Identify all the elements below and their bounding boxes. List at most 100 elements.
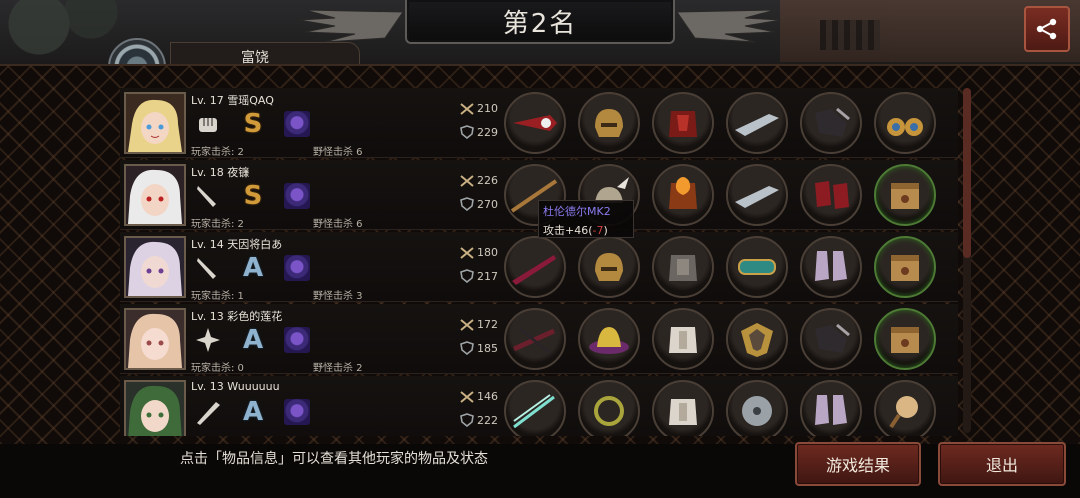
white-armor-item[interactable] (652, 308, 714, 370)
crossed-swords-icon (460, 390, 474, 403)
fist-icon (199, 118, 217, 132)
shield-icon (460, 269, 474, 283)
player-kills: 玩家击杀: 0 (191, 363, 244, 374)
player-list[interactable]: Lv. 17 雪瑶QAQ S 玩家击杀: 2 野怪击杀 6 210 229 Lv… (120, 88, 958, 436)
grade-badge: A (242, 253, 264, 283)
silver-gauntlet-item[interactable] (726, 92, 788, 154)
attack-stat: 146 (460, 390, 498, 403)
attack-value: 146 (477, 390, 498, 403)
defense-value: 229 (477, 125, 498, 139)
item-slots (504, 92, 936, 154)
hint-text: 点击「物品信息」可以查看其他玩家的物品及状态 (180, 451, 488, 467)
crest-icon (284, 111, 310, 137)
jade-bracer-item[interactable] (726, 236, 788, 298)
purple-boots-item[interactable] (800, 236, 862, 298)
shield-icon (460, 413, 474, 427)
red-sword-item[interactable] (504, 92, 566, 154)
player-name: Lv. 18 夜镰 (191, 166, 250, 179)
shuriken-icon (196, 328, 220, 352)
defense-value: 222 (477, 413, 498, 427)
purple-boots-item[interactable] (800, 380, 862, 436)
crossbow-item[interactable] (504, 308, 566, 370)
monster-kills: 野怪击杀 6 (313, 147, 363, 158)
laurel-item[interactable] (578, 380, 640, 436)
defense-stat: 217 (460, 269, 498, 283)
defense-stat: 270 (460, 197, 498, 211)
defense-stat: 222 (460, 413, 498, 427)
purple-hat-item[interactable] (578, 308, 640, 370)
crest-icon (284, 183, 310, 209)
defense-value: 270 (477, 197, 498, 211)
attack-stat: 210 (460, 102, 498, 115)
crest-icon (284, 255, 310, 281)
attack-value: 210 (477, 102, 498, 115)
item-slots (504, 236, 936, 298)
crossed-swords-icon (460, 246, 474, 259)
monster-kills: 野怪击杀 2 (313, 363, 363, 374)
red-armor-item[interactable] (652, 92, 714, 154)
disc-item[interactable] (726, 380, 788, 436)
tooltip-stat: 攻击+46(-7) (543, 222, 629, 238)
gold-helmet-item[interactable] (578, 236, 640, 298)
defense-value: 185 (477, 341, 498, 355)
plate-armor-item[interactable] (652, 236, 714, 298)
grade-badge: S (243, 109, 263, 139)
flame-armor-item[interactable] (652, 164, 714, 226)
knife-icon (197, 258, 216, 279)
attack-stat: 226 (460, 174, 498, 187)
crest-icon (284, 327, 310, 353)
crimson-blade-item[interactable] (504, 236, 566, 298)
silver-gauntlet-item[interactable] (726, 164, 788, 226)
scroll-thumb[interactable] (963, 88, 971, 258)
player-avatar[interactable] (124, 308, 186, 370)
player-kills: 玩家击杀: 2 (191, 219, 244, 230)
player-avatar[interactable] (124, 236, 186, 298)
supply-box-item[interactable] (874, 236, 936, 298)
supply-box-item[interactable] (874, 164, 936, 226)
player-name: Lv. 17 雪瑶QAQ (191, 94, 274, 107)
tooltip-item-name: 杜伦德尔MK2 (543, 205, 611, 218)
twin-blade-item[interactable] (504, 380, 566, 436)
player-row[interactable]: Lv. 13 Wuuuuuu A 146 222 (120, 376, 958, 436)
item-tooltip: 杜伦德尔MK2 攻击+46(-7) (538, 200, 634, 238)
tooltip-stat-negative: -7 (592, 224, 604, 237)
crossed-swords-icon (460, 318, 474, 331)
supply-box-item[interactable] (874, 308, 936, 370)
player-row[interactable]: Lv. 14 天因将白あ A 玩家击杀: 1 野怪击杀 3 180 217 (120, 232, 958, 302)
dark-boots-item[interactable] (800, 92, 862, 154)
item-slots (504, 308, 936, 370)
player-name: Lv. 13 Wuuuuuu (191, 380, 280, 393)
grade-badge: A (242, 397, 264, 427)
red-heels-item[interactable] (800, 164, 862, 226)
share-button[interactable] (1024, 6, 1070, 52)
attack-stat: 172 (460, 318, 498, 331)
list-scrollbar[interactable] (963, 88, 971, 433)
paddle-item[interactable] (874, 380, 936, 436)
shield-item[interactable] (726, 308, 788, 370)
monster-kills: 野怪击杀 3 (313, 291, 363, 302)
crest-icon (284, 399, 310, 425)
bat-icon (197, 402, 220, 425)
dark-boots-item[interactable] (800, 308, 862, 370)
grade-badge: S (243, 181, 263, 211)
shield-icon (460, 125, 474, 139)
player-kills: 玩家击杀: 1 (191, 291, 244, 302)
player-row[interactable]: Lv. 17 雪瑶QAQ S 玩家击杀: 2 野怪击杀 6 210 229 (120, 88, 958, 158)
defense-stat: 185 (460, 341, 498, 355)
share-icon (1036, 18, 1057, 40)
player-avatar[interactable] (124, 164, 186, 226)
gold-earring-item[interactable] (874, 92, 936, 154)
player-row[interactable]: Lv. 13 彩色的莲花 A 玩家击杀: 0 野怪击杀 2 172 185 (120, 304, 958, 374)
grade-badge: A (242, 325, 264, 355)
player-avatar[interactable] (124, 92, 186, 154)
game-result-button[interactable]: 游戏结果 (795, 442, 921, 486)
defense-value: 217 (477, 269, 498, 283)
player-kills: 玩家击杀: 2 (191, 147, 244, 158)
white-armor-item[interactable] (652, 380, 714, 436)
gold-helmet-item[interactable] (578, 92, 640, 154)
attack-value: 226 (477, 174, 498, 187)
exit-button[interactable]: 退出 (938, 442, 1066, 486)
player-name: Lv. 13 彩色的莲花 (191, 310, 283, 323)
shield-icon (460, 341, 474, 355)
player-avatar[interactable] (124, 380, 186, 436)
